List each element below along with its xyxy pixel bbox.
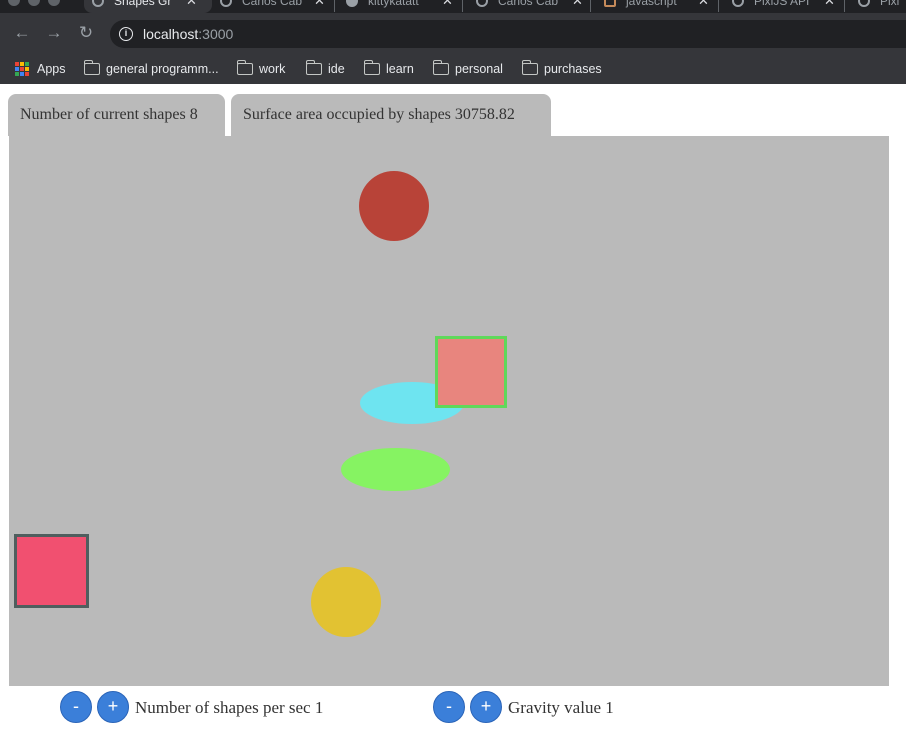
browser-tab-title: kittykatatt xyxy=(368,0,419,8)
url-port: :3000 xyxy=(198,26,234,42)
increase-shapes-per-sec-button[interactable]: + xyxy=(97,691,129,723)
folder-icon xyxy=(236,60,253,75)
folder-icon xyxy=(305,60,322,75)
tab-close-icon[interactable]: ✕ xyxy=(314,0,325,9)
tab-separator xyxy=(718,0,719,12)
shape-count-label: Number of current shapes 8 xyxy=(8,94,225,136)
tab-close-icon[interactable]: ✕ xyxy=(824,0,835,9)
folder-icon xyxy=(432,60,449,75)
bookmark-label: learn xyxy=(386,62,414,76)
browser-tab[interactable]: javascript ✕ xyxy=(604,0,714,13)
globe-icon xyxy=(858,0,870,7)
surface-area-label: Surface area occupied by shapes 30758.82 xyxy=(231,94,551,136)
reload-icon[interactable]: ↻ xyxy=(75,22,97,44)
forward-arrow-icon[interactable]: → xyxy=(43,22,65,44)
github-icon xyxy=(346,0,358,7)
browser-toolbar: ← → ↻ i localhost:3000 xyxy=(0,13,906,53)
browser-tab-title: Pixi xyxy=(880,0,900,8)
bookmark-folder-ide[interactable]: ide xyxy=(305,59,352,79)
window-maximize-icon[interactable] xyxy=(48,0,60,6)
browser-tab-title: Carlos Cab xyxy=(498,0,559,8)
gravity-label: Gravity value 1 xyxy=(508,698,614,717)
url-host: localhost xyxy=(143,26,199,42)
square-shape[interactable] xyxy=(14,534,89,608)
page-content: Number of current shapes 8 Surface area … xyxy=(0,84,906,734)
browser-tab[interactable]: PixiJS API ✕ xyxy=(732,0,840,13)
info-icon[interactable]: i xyxy=(119,27,133,41)
browser-tab[interactable]: Carlos Cab ✕ xyxy=(220,0,330,13)
bookmark-apps[interactable]: Apps xyxy=(15,59,75,79)
browser-tab-strip: Shapes Gr ✕ Carlos Cab ✕ kittykatatt ✕ C… xyxy=(0,0,906,13)
tab-close-icon[interactable]: ✕ xyxy=(442,0,453,9)
bookmark-label: ide xyxy=(328,62,345,76)
folder-icon xyxy=(521,60,538,75)
back-arrow-icon[interactable]: ← xyxy=(11,22,33,44)
bookmark-folder-learn[interactable]: learn xyxy=(363,59,420,79)
bookmark-label: personal xyxy=(455,62,503,76)
tab-separator xyxy=(590,0,591,12)
address-bar[interactable]: i localhost:3000 xyxy=(110,20,906,48)
increase-gravity-button[interactable]: + xyxy=(470,691,502,723)
browser-tab[interactable]: kittykatatt ✕ xyxy=(346,0,456,13)
tab-close-icon[interactable]: ✕ xyxy=(698,0,709,9)
tab-separator xyxy=(844,0,845,12)
control-bar: - + Number of shapes per sec 1 - + Gravi… xyxy=(0,686,906,734)
ellipse-shape[interactable] xyxy=(341,448,450,491)
url-text[interactable]: localhost:3000 xyxy=(143,26,233,42)
browser-tab[interactable]: Pixi xyxy=(858,0,906,13)
document-icon xyxy=(604,0,616,7)
tab-separator xyxy=(462,0,463,12)
tab-separator xyxy=(334,0,335,12)
bookmark-folder-personal[interactable]: personal xyxy=(432,59,509,79)
tab-close-icon[interactable]: ✕ xyxy=(572,0,583,9)
browser-tab-active[interactable]: Shapes Gr ✕ xyxy=(84,0,212,13)
bookmark-label: purchases xyxy=(544,62,602,76)
bookmark-folder-general-programming[interactable]: general programm... xyxy=(83,59,224,79)
folder-icon xyxy=(363,60,380,75)
browser-tab-title: Shapes Gr xyxy=(114,0,172,8)
bookmark-folder-work[interactable]: work xyxy=(236,59,293,79)
tab-close-icon[interactable]: ✕ xyxy=(186,0,197,9)
bookmark-label: work xyxy=(259,62,286,76)
bookmark-label: Apps xyxy=(37,62,66,76)
shapes-per-sec-label: Number of shapes per sec 1 xyxy=(135,698,324,717)
browser-tab-title: javascript xyxy=(626,0,677,8)
window-close-icon[interactable] xyxy=(8,0,20,6)
decrease-gravity-button[interactable]: - xyxy=(433,691,465,723)
globe-icon xyxy=(476,0,488,7)
window-minimize-icon[interactable] xyxy=(28,0,40,6)
folder-icon xyxy=(83,60,100,75)
bookmarks-bar: Apps general programm... work ide learn … xyxy=(0,53,906,84)
circle-shape[interactable] xyxy=(359,171,429,241)
decrease-shapes-per-sec-button[interactable]: - xyxy=(60,691,92,723)
bookmark-folder-purchases[interactable]: purchases xyxy=(521,59,612,79)
browser-tab-title: PixiJS API xyxy=(754,0,810,8)
square-shape[interactable] xyxy=(435,336,507,408)
circle-shape[interactable] xyxy=(311,567,381,637)
globe-icon xyxy=(732,0,744,7)
browser-tab-title: Carlos Cab xyxy=(242,0,303,8)
globe-icon xyxy=(220,0,232,7)
browser-tab[interactable]: Carlos Cab ✕ xyxy=(476,0,586,13)
globe-icon xyxy=(92,0,104,7)
shapes-canvas[interactable] xyxy=(9,136,889,686)
apps-grid-icon xyxy=(15,62,29,76)
bookmark-label: general programm... xyxy=(106,62,219,76)
